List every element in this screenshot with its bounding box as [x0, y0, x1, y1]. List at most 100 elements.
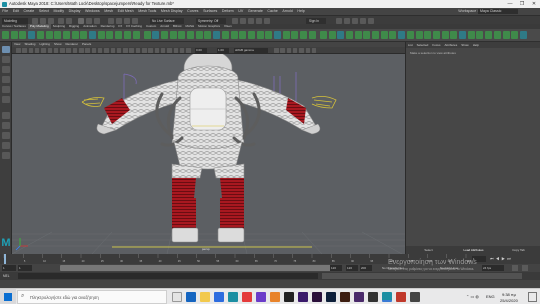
- menu-modify[interactable]: Modify: [51, 8, 66, 15]
- wax-shelf-icon[interactable]: [406, 31, 414, 39]
- language-indicator[interactable]: ENG: [486, 294, 495, 299]
- menu-display[interactable]: Display: [66, 8, 82, 15]
- field-chart-icon[interactable]: [79, 48, 84, 53]
- relax-shelf-icon[interactable]: [345, 31, 353, 39]
- disc-shelf-icon[interactable]: [54, 31, 62, 39]
- gate-mask-icon[interactable]: [72, 48, 78, 53]
- menu-windows[interactable]: Windows: [83, 8, 102, 15]
- transfer-shelf-icon[interactable]: [511, 31, 519, 39]
- layout-single-icon[interactable]: [2, 112, 10, 119]
- hud-icon[interactable]: [286, 48, 292, 53]
- combine-shelf-icon[interactable]: [143, 31, 151, 39]
- helix-shelf-icon[interactable]: [89, 31, 96, 39]
- colorspace-dropdown[interactable]: sRGB gamma: [234, 48, 268, 53]
- perspective-viewport[interactable]: persp: [12, 54, 405, 254]
- text-shelf-icon[interactable]: [123, 31, 131, 39]
- fullscreen-icon[interactable]: [274, 48, 279, 53]
- safe-action-icon[interactable]: [85, 48, 90, 53]
- boolean-int-shelf-icon[interactable]: [187, 31, 194, 39]
- shadows-icon[interactable]: [135, 48, 141, 53]
- layout-hypershade-icon[interactable]: [2, 152, 10, 159]
- layout-graph-icon[interactable]: [2, 142, 10, 149]
- amplify-shelf-icon[interactable]: [459, 31, 466, 39]
- render-icon[interactable]: [232, 17, 238, 24]
- film-gate-icon[interactable]: [60, 48, 65, 53]
- ipr-render-icon[interactable]: [240, 17, 246, 24]
- super-shape-shelf-icon[interactable]: [115, 31, 123, 39]
- sculpt-shelf-icon[interactable]: [319, 31, 327, 39]
- scale-tool-icon[interactable]: [2, 96, 10, 103]
- gamma-field[interactable]: 1.00: [217, 48, 229, 53]
- sphere-shelf-icon[interactable]: [2, 31, 9, 39]
- menu-select[interactable]: Select: [37, 8, 52, 15]
- layout-icon[interactable]: [292, 48, 298, 53]
- human-ik-icon[interactable]: [344, 17, 350, 24]
- start-frame-field[interactable]: 1: [2, 265, 16, 271]
- app-orange-icon[interactable]: [270, 292, 280, 302]
- menu-curves[interactable]: Curves: [185, 8, 201, 15]
- menu-edit-mesh[interactable]: Edit Mesh: [115, 8, 136, 15]
- uv-editor-shelf-icon[interactable]: [308, 31, 316, 39]
- xray-icon[interactable]: [167, 48, 172, 53]
- torus-shelf-icon[interactable]: [45, 31, 53, 39]
- scrape-shelf-icon[interactable]: [415, 31, 423, 39]
- channel-box-toggle-icon[interactable]: [368, 17, 374, 24]
- smooth-brush-shelf-icon[interactable]: [337, 31, 345, 39]
- toggle-panel-icon[interactable]: [280, 48, 285, 53]
- menu-uv[interactable]: UV: [236, 8, 246, 15]
- mel-label[interactable]: MEL: [3, 273, 10, 279]
- bookmark-icon[interactable]: [28, 48, 34, 53]
- mirror-shelf-icon[interactable]: [195, 31, 203, 39]
- app-dark-icon[interactable]: [284, 292, 294, 302]
- smooth-shade-icon[interactable]: [104, 48, 109, 53]
- safe-title-icon[interactable]: [91, 48, 97, 53]
- maya-taskbar-icon[interactable]: [228, 292, 238, 302]
- symmetry-dropdown[interactable]: Symmetry: Off: [196, 17, 226, 24]
- clock-date[interactable]: 25/4/2020: [500, 298, 518, 303]
- menu-mesh[interactable]: Mesh: [102, 8, 115, 15]
- illustrator-icon[interactable]: [340, 292, 350, 302]
- multi-cut-shelf-icon[interactable]: [239, 31, 247, 39]
- camera-attributes-icon[interactable]: [22, 48, 27, 53]
- bulge-shelf-icon[interactable]: [450, 31, 458, 39]
- menuset-dropdown[interactable]: Modeling: [2, 17, 28, 24]
- default-material-icon[interactable]: [116, 48, 122, 53]
- open-scene-icon[interactable]: [40, 17, 46, 24]
- menu-file[interactable]: File: [0, 8, 10, 15]
- wedge-shelf-icon[interactable]: [274, 31, 281, 39]
- hud-toggle-icon[interactable]: [305, 48, 310, 53]
- resolution-gate-icon[interactable]: [66, 48, 71, 53]
- flatten-shelf-icon[interactable]: [363, 31, 371, 39]
- backface-icon[interactable]: [186, 48, 191, 53]
- boolean-diff-shelf-icon[interactable]: [178, 31, 186, 39]
- ae-load-attributes-button[interactable]: Load Attributes: [451, 246, 496, 254]
- grease-pencil-icon[interactable]: [47, 48, 52, 53]
- redo-icon[interactable]: [66, 17, 72, 24]
- pipe-shelf-icon[interactable]: [80, 31, 88, 39]
- anti-aliasing-icon[interactable]: [154, 48, 160, 53]
- platonic-shelf-icon[interactable]: [62, 31, 70, 39]
- unmask-shelf-icon[interactable]: [485, 31, 493, 39]
- select-object-icon[interactable]: [86, 17, 92, 24]
- repeat-shelf-icon[interactable]: [389, 31, 397, 39]
- textured-icon[interactable]: [123, 48, 128, 53]
- notifications-icon[interactable]: [528, 292, 537, 302]
- close-button[interactable]: ✕: [528, 0, 540, 8]
- menu-arnold[interactable]: Arnold: [280, 8, 295, 15]
- adobe-app-icon[interactable]: [354, 292, 364, 302]
- append-shelf-icon[interactable]: [265, 31, 273, 39]
- wireframe-icon[interactable]: [97, 48, 103, 53]
- menu-generate[interactable]: Generate: [246, 8, 266, 15]
- select-camera-icon[interactable]: [16, 48, 21, 53]
- live-surface-field[interactable]: No Live Surface: [150, 17, 184, 24]
- mask-shelf-icon[interactable]: [476, 31, 484, 39]
- sign-in-button[interactable]: Sign In: [306, 17, 326, 24]
- save-scene-icon[interactable]: [48, 17, 54, 24]
- knife-shelf-icon[interactable]: [432, 31, 440, 39]
- hypershade-icon[interactable]: [256, 17, 262, 24]
- end-frame-field[interactable]: 120: [346, 265, 358, 271]
- foamy-shelf-icon[interactable]: [372, 31, 379, 39]
- render-view-icon[interactable]: [264, 17, 270, 24]
- snap-point-icon[interactable]: [124, 17, 130, 24]
- attribute-editor-toggle-icon[interactable]: [352, 17, 358, 24]
